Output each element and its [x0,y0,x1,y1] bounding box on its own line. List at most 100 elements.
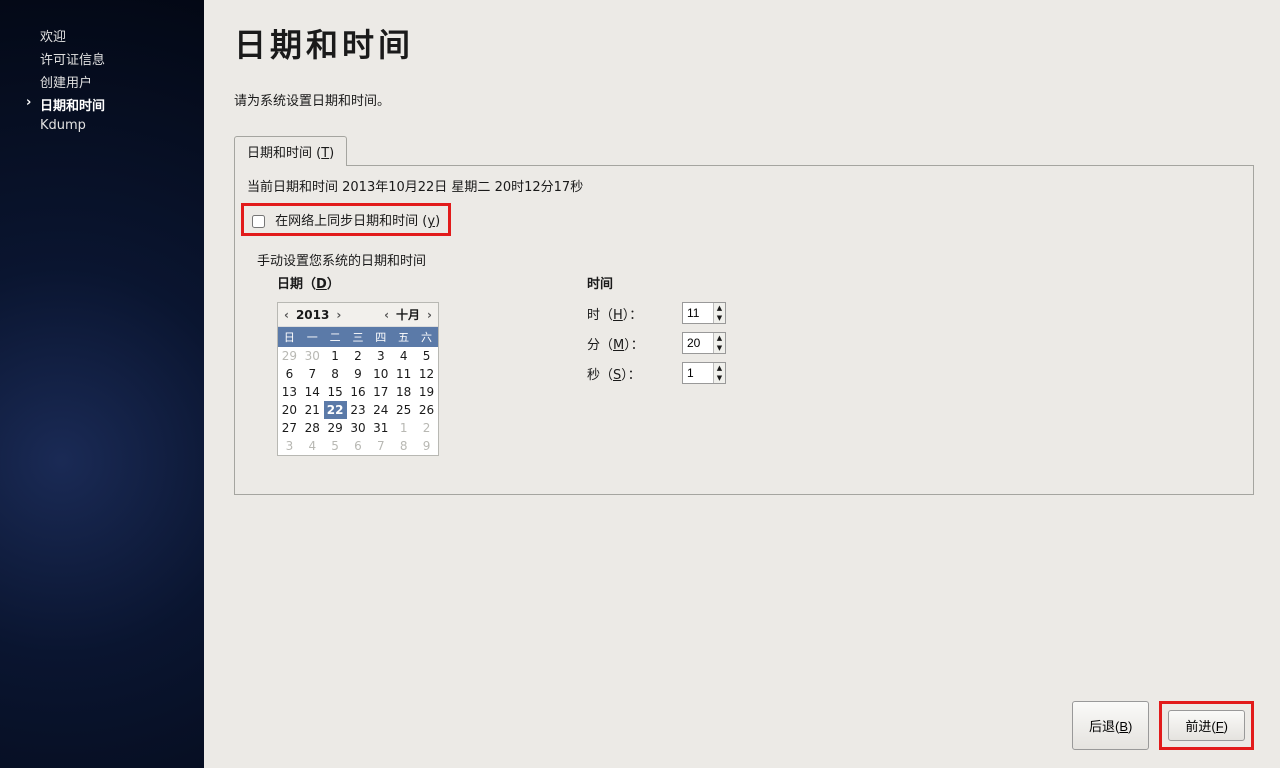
month-prev-icon[interactable]: ‹ [382,308,391,322]
sync-over-network-checkbox[interactable] [252,215,265,228]
forward-suffix: ) [1224,719,1228,734]
calendar-day[interactable]: 18 [392,383,415,401]
sidebar-item-welcome[interactable]: 欢迎 [0,24,204,47]
tab-label-key: T [321,146,329,161]
calendar-day[interactable]: 14 [301,383,324,401]
calendar: ‹ 2013 › ‹ 十月 › 日一二三四五六 [277,302,439,456]
second-input[interactable] [683,363,713,383]
calendar-day[interactable]: 8 [392,437,415,455]
calendar-day[interactable]: 26 [415,401,438,419]
calendar-day[interactable]: 17 [369,383,392,401]
back-key: B [1119,719,1128,734]
calendar-day[interactable]: 9 [347,365,370,383]
calendar-day[interactable]: 11 [392,365,415,383]
calendar-day[interactable]: 12 [415,365,438,383]
calendar-day[interactable]: 6 [278,365,301,383]
calendar-day[interactable]: 23 [347,401,370,419]
minute-label: 分（M）： [587,334,672,353]
calendar-day[interactable]: 30 [301,347,324,365]
calendar-day[interactable]: 29 [278,347,301,365]
second-up-icon[interactable]: ▲ [714,363,725,373]
calendar-day[interactable]: 13 [278,383,301,401]
calendar-day[interactable]: 24 [369,401,392,419]
calendar-day[interactable]: 1 [392,419,415,437]
back-prefix: 后退( [1089,719,1119,734]
calendar-grid: 日一二三四五六 29301234567891011121314151617181… [278,327,438,455]
hour-spinner[interactable]: ▲▼ [682,302,726,324]
calendar-day[interactable]: 1 [324,347,347,365]
manual-datetime-label: 手动设置您系统的日期和时间 [257,250,1241,269]
tab-datetime[interactable]: 日期和时间 (T) [234,136,347,166]
calendar-day[interactable]: 22 [324,401,347,419]
calendar-day[interactable]: 10 [369,365,392,383]
date-heading-prefix: 日期（ [277,277,316,292]
calendar-day[interactable]: 29 [324,419,347,437]
calendar-day[interactable]: 15 [324,383,347,401]
main-content: 日期和时间 请为系统设置日期和时间。 日期和时间 (T) 当前日期和时间 201… [204,0,1280,768]
weekday-header: 四 [369,327,392,347]
minute-input[interactable] [683,333,713,353]
calendar-day[interactable]: 3 [278,437,301,455]
tab-label-prefix: 日期和时间 ( [247,146,321,161]
month-next-icon[interactable]: › [425,308,434,322]
sidebar-item-license[interactable]: 许可证信息 [0,47,204,70]
calendar-day[interactable]: 6 [347,437,370,455]
sync-label-suffix: ) [435,214,440,229]
sidebar-item-datetime[interactable]: 日期和时间 [0,93,204,116]
hour-down-icon[interactable]: ▼ [714,313,725,323]
year-next-icon[interactable]: › [334,308,343,322]
calendar-month: 十月 [396,306,420,323]
sync-over-network-row: 在网络上同步日期和时间 (y) [241,203,451,236]
second-label: 秒（S）： [587,364,672,383]
tab-label-suffix: ) [329,146,334,161]
calendar-day[interactable]: 21 [301,401,324,419]
calendar-day[interactable]: 5 [415,347,438,365]
second-row: 秒（S）： ▲▼ [587,362,726,384]
back-suffix: ) [1128,719,1132,734]
back-button[interactable]: 后退(B) [1072,701,1149,750]
page-subtitle: 请为系统设置日期和时间。 [234,90,1254,109]
calendar-day[interactable]: 19 [415,383,438,401]
calendar-day[interactable]: 25 [392,401,415,419]
sidebar-item-create-user[interactable]: 创建用户 [0,70,204,93]
calendar-day[interactable]: 8 [324,365,347,383]
date-heading-key: D [316,277,327,292]
calendar-day[interactable]: 4 [392,347,415,365]
hour-input[interactable] [683,303,713,323]
minute-up-icon[interactable]: ▲ [714,333,725,343]
hour-up-icon[interactable]: ▲ [714,303,725,313]
weekday-header: 一 [301,327,324,347]
sidebar: 欢迎 许可证信息 创建用户 日期和时间 Kdump [0,0,204,768]
calendar-day[interactable]: 16 [347,383,370,401]
weekday-header: 日 [278,327,301,347]
calendar-day[interactable]: 27 [278,419,301,437]
year-prev-icon[interactable]: ‹ [282,308,291,322]
calendar-day[interactable]: 30 [347,419,370,437]
weekday-header: 三 [347,327,370,347]
minute-spinner[interactable]: ▲▼ [682,332,726,354]
calendar-day[interactable]: 2 [415,419,438,437]
calendar-day[interactable]: 31 [369,419,392,437]
calendar-day[interactable]: 9 [415,437,438,455]
current-network-time: 当前日期和时间 2013年10月22日 星期二 20时12分17秒 [247,176,1241,195]
forward-button[interactable]: 前进(F) [1168,710,1245,741]
weekday-header: 二 [324,327,347,347]
minute-down-icon[interactable]: ▼ [714,343,725,353]
forward-prefix: 前进( [1185,719,1215,734]
calendar-year: 2013 [296,308,329,322]
second-spinner[interactable]: ▲▼ [682,362,726,384]
calendar-day[interactable]: 3 [369,347,392,365]
forward-key: F [1216,719,1224,734]
calendar-day[interactable]: 7 [301,365,324,383]
sync-over-network-label[interactable]: 在网络上同步日期和时间 (y) [252,214,440,229]
calendar-day[interactable]: 5 [324,437,347,455]
page-title: 日期和时间 [234,20,1254,66]
calendar-day[interactable]: 20 [278,401,301,419]
calendar-day[interactable]: 4 [301,437,324,455]
calendar-day[interactable]: 2 [347,347,370,365]
hour-row: 时（H）：▲▼ [587,302,726,324]
sidebar-item-kdump[interactable]: Kdump [0,116,204,135]
second-down-icon[interactable]: ▼ [714,373,725,383]
calendar-day[interactable]: 28 [301,419,324,437]
calendar-day[interactable]: 7 [369,437,392,455]
